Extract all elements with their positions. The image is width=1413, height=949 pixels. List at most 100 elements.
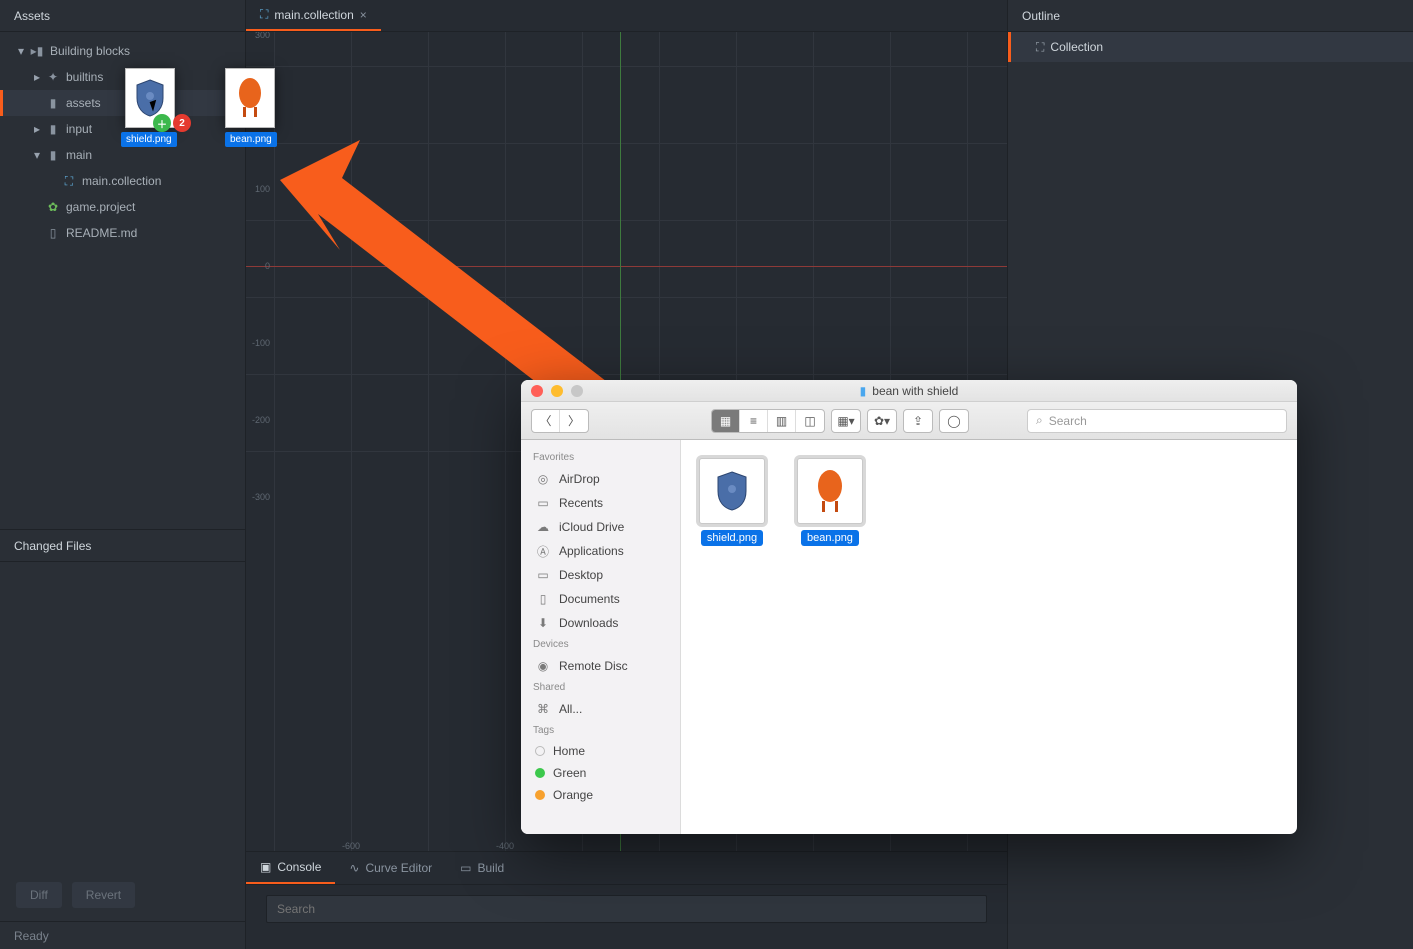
finder-tags[interactable]: ◯ xyxy=(939,409,969,433)
caret-right-icon: ▸ xyxy=(30,70,44,84)
tag-dot-icon xyxy=(535,768,545,778)
finder-search[interactable]: ⌕ Search xyxy=(1027,409,1287,433)
airdrop-icon: ◎ xyxy=(535,471,551,487)
sidebar-item-remote[interactable]: ◉Remote Disc xyxy=(521,654,680,678)
assets-header: Assets xyxy=(0,0,245,32)
sidebar-item-airdrop[interactable]: ◎AirDrop xyxy=(521,467,680,491)
file-bean[interactable]: bean.png xyxy=(797,458,863,546)
tab-build[interactable]: ▭ Build xyxy=(446,852,518,884)
tree-building-blocks[interactable]: ▾ ▸▮ Building blocks xyxy=(0,38,245,64)
tree-game-project[interactable]: ✿ game.project xyxy=(0,194,245,220)
collection-icon: ⛶ xyxy=(260,7,268,22)
sb-tags-heading: Tags xyxy=(521,721,680,740)
search-icon: ⌕ xyxy=(1036,413,1043,428)
status-text: Ready xyxy=(14,929,49,943)
console-search-input[interactable] xyxy=(266,895,987,923)
finder-nav-back-forward[interactable]: 〈 〉 xyxy=(531,409,589,433)
tree-label: main xyxy=(66,148,245,162)
finder-titlebar[interactable]: ▮ bean with shield xyxy=(521,380,1297,402)
tree-main-collection[interactable]: ⛶ main.collection xyxy=(0,168,245,194)
outline-title: Outline xyxy=(1022,9,1060,23)
outline-label: Collection xyxy=(1050,40,1103,54)
sidebar-item-documents[interactable]: ▯Documents xyxy=(521,587,680,611)
ruler-y: 300 200 100 0 -100 -200 -300 xyxy=(246,32,274,851)
drag-preview: shield.png ＋ 2 xyxy=(125,68,175,128)
finder-action[interactable]: ✿▾ xyxy=(867,409,897,433)
tag-icon[interactable]: ◯ xyxy=(940,410,968,432)
gear-icon: ✿ xyxy=(44,200,62,214)
tab-label: main.collection xyxy=(274,8,353,22)
finder-content[interactable]: shield.png bean.png xyxy=(681,440,1297,834)
finder-view-mode[interactable]: ▦ ≡ ▥ ◫ xyxy=(711,409,825,433)
bottom-tabs: ▣ Console ∿ Curve Editor ▭ Build xyxy=(246,851,1007,885)
finder-arrange[interactable]: ▦▾ xyxy=(831,409,861,433)
tag-dot-icon xyxy=(535,746,545,756)
tree-label: main.collection xyxy=(82,174,245,188)
caret-right-icon: ▸ xyxy=(30,122,44,136)
forward-icon[interactable]: 〉 xyxy=(560,410,588,432)
console-body xyxy=(246,885,1007,949)
search-placeholder: Search xyxy=(1049,414,1087,428)
sidebar-item-desktop[interactable]: ▭Desktop xyxy=(521,563,680,587)
folder-icon: ▮ xyxy=(44,122,62,136)
list-view-icon[interactable]: ≡ xyxy=(740,410,768,432)
diff-button[interactable]: Diff xyxy=(16,882,62,908)
tree-label: Building blocks xyxy=(50,44,245,58)
gear-icon[interactable]: ✿▾ xyxy=(868,410,896,432)
finder-toolbar: 〈 〉 ▦ ≡ ▥ ◫ ▦▾ ✿▾ ⇪ ◯ ⌕ Search xyxy=(521,402,1297,440)
tab-console[interactable]: ▣ Console xyxy=(246,852,335,884)
file-label: shield.png xyxy=(701,530,763,546)
x-axis xyxy=(246,266,1007,267)
changed-files-panel: Changed Files xyxy=(0,529,245,869)
editor-tabs: ⛶ main.collection × xyxy=(246,0,1007,32)
sidebar-tag-home[interactable]: Home xyxy=(521,740,680,762)
sidebar-item-all[interactable]: ⌘All... xyxy=(521,697,680,721)
zoom-window-icon[interactable] xyxy=(571,385,583,397)
sidebar-item-downloads[interactable]: ⬇Downloads xyxy=(521,611,680,635)
assets-tree: ▾ ▸▮ Building blocks ▸ ✦ builtins ▮ asse… xyxy=(0,32,245,529)
finder-title: ▮ bean with shield xyxy=(521,384,1297,398)
close-icon[interactable]: × xyxy=(360,8,367,22)
shield-icon xyxy=(713,469,751,513)
tab-curve-editor[interactable]: ∿ Curve Editor xyxy=(335,852,446,884)
network-icon: ⌘ xyxy=(535,701,551,717)
gallery-view-icon[interactable]: ◫ xyxy=(796,410,824,432)
minimize-window-icon[interactable] xyxy=(551,385,563,397)
tree-builtins[interactable]: ▸ ✦ builtins xyxy=(0,64,245,90)
tree-readme[interactable]: ▯ README.md xyxy=(0,220,245,246)
close-window-icon[interactable] xyxy=(531,385,543,397)
sidebar-item-icloud[interactable]: ☁iCloud Drive xyxy=(521,515,680,539)
column-view-icon[interactable]: ▥ xyxy=(768,410,796,432)
window-controls[interactable] xyxy=(521,385,583,397)
tab-main-collection[interactable]: ⛶ main.collection × xyxy=(246,0,381,31)
drag-shield-label: shield.png xyxy=(121,132,177,147)
file-label: bean.png xyxy=(801,530,859,546)
sidebar-tag-green[interactable]: Green xyxy=(521,762,680,784)
curve-icon: ∿ xyxy=(349,861,359,875)
icon-view-icon[interactable]: ▦ xyxy=(712,410,740,432)
caret-down-icon: ▾ xyxy=(30,148,44,162)
back-icon[interactable]: 〈 xyxy=(532,410,560,432)
changed-files-footer: Diff Revert xyxy=(0,869,245,921)
revert-button[interactable]: Revert xyxy=(72,882,135,908)
sidebar-tag-orange[interactable]: Orange xyxy=(521,784,680,806)
drag-count-badge: 2 xyxy=(173,114,191,132)
drag-bean-label: bean.png xyxy=(225,132,277,147)
finder-share[interactable]: ⇪ xyxy=(903,409,933,433)
share-icon[interactable]: ⇪ xyxy=(904,410,932,432)
finder-window[interactable]: ▮ bean with shield 〈 〉 ▦ ≡ ▥ ◫ ▦▾ ✿▾ ⇪ ◯… xyxy=(521,380,1297,834)
tree-label: README.md xyxy=(66,226,245,240)
folder-icon: ▮ xyxy=(44,96,62,110)
group-icon[interactable]: ▦▾ xyxy=(832,410,860,432)
outline-collection[interactable]: ⛶ Collection xyxy=(1008,32,1413,62)
desktop-icon: ▭ xyxy=(535,567,551,583)
changed-files-title: Changed Files xyxy=(14,539,91,553)
ruler-x: -600 -400 xyxy=(246,831,1007,851)
sidebar-item-applications[interactable]: ⒶApplications xyxy=(521,539,680,563)
sidebar-item-recents[interactable]: ▭Recents xyxy=(521,491,680,515)
sb-favorites-heading: Favorites xyxy=(521,448,680,467)
file-shield[interactable]: shield.png xyxy=(699,458,765,546)
finder-sidebar: Favorites ◎AirDrop ▭Recents ☁iCloud Driv… xyxy=(521,440,681,834)
sb-devices-heading: Devices xyxy=(521,635,680,654)
tree-assets[interactable]: ▮ assets xyxy=(0,90,245,116)
